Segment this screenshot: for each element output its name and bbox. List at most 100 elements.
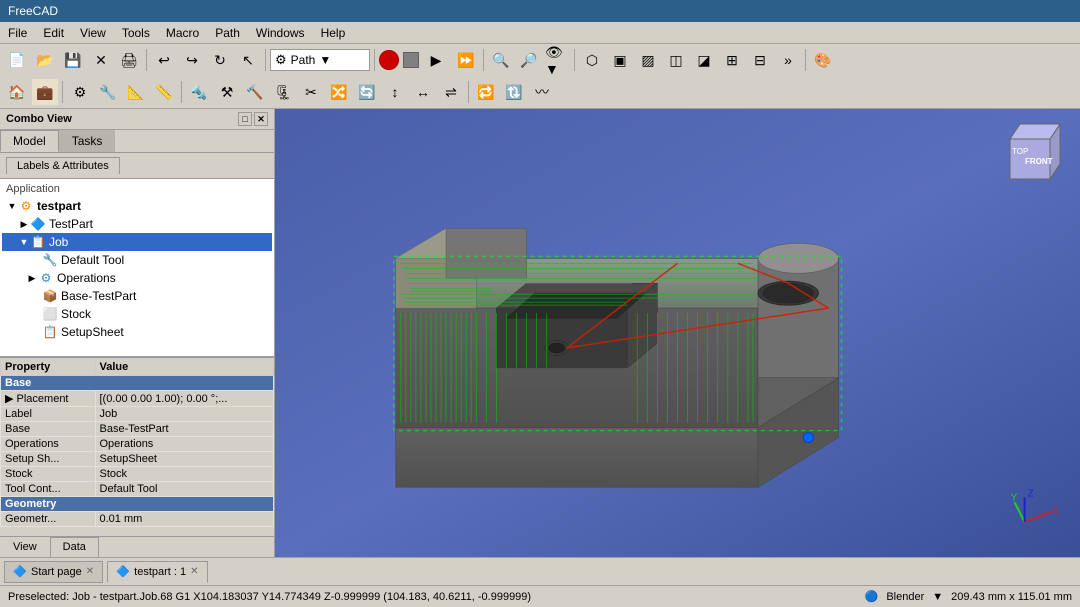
tree-item-setupsheet[interactable]: 📋 SetupSheet <box>2 323 272 341</box>
path4-button[interactable]: 📏 <box>151 79 177 105</box>
sep8 <box>181 81 182 103</box>
close-button[interactable]: ✕ <box>88 47 114 73</box>
viewport[interactable]: X Y Z FRONT TOP <box>275 109 1080 557</box>
op5-button[interactable]: ✂ <box>298 79 324 105</box>
style-button[interactable]: 🎨 <box>810 47 836 73</box>
undo-button[interactable]: ↩ <box>151 47 177 73</box>
combo-minimize-button[interactable]: □ <box>238 112 252 126</box>
prop-setup-label: Setup Sh... <box>1 452 96 467</box>
more-views-button[interactable]: » <box>775 47 801 73</box>
path3-button[interactable]: 📐 <box>123 79 149 105</box>
zoom-out-button[interactable]: 🔎 <box>516 47 542 73</box>
renderer-arrow[interactable]: ▼ <box>932 591 943 603</box>
op2-button[interactable]: ⚒ <box>214 79 240 105</box>
tree-label-base: Base-TestPart <box>61 289 136 303</box>
bottom-view-button[interactable]: ⊟ <box>747 47 773 73</box>
top-view-button[interactable]: ⊞ <box>719 47 745 73</box>
menu-path[interactable]: Path <box>207 24 248 42</box>
tab-start-page[interactable]: 🔷 Start page ✕ <box>4 561 103 583</box>
prop-row-stock[interactable]: Stock Stock <box>1 467 274 482</box>
dimensions-label: 209.43 mm x 115.01 mm <box>951 591 1072 603</box>
op6-button[interactable]: 🔀 <box>326 79 352 105</box>
prop-row-placement[interactable]: ▶ Placement [(0.00 0.00 1.00); 0.00 °;..… <box>1 391 274 407</box>
testpart-icon: 🔷 <box>116 565 130 579</box>
menu-help[interactable]: Help <box>313 24 354 42</box>
left-view-button[interactable]: ◫ <box>663 47 689 73</box>
prop-row-label[interactable]: Label Job <box>1 407 274 422</box>
op8-button[interactable]: ↕ <box>382 79 408 105</box>
stop-button[interactable] <box>403 52 419 68</box>
tab-tasks[interactable]: Tasks <box>59 130 116 152</box>
path1-button[interactable]: ⚙ <box>67 79 93 105</box>
op10-button[interactable]: ⇌ <box>438 79 464 105</box>
view-menu-button[interactable]: 👁▼ <box>544 47 570 73</box>
ops-icon: ⚙ <box>38 270 54 286</box>
main-area: Combo View □ ✕ Model Tasks Labels & Attr… <box>0 109 1080 557</box>
tab-data[interactable]: Data <box>50 537 99 557</box>
op9-button[interactable]: ↔ <box>410 79 436 105</box>
mod1-button[interactable]: 🔁 <box>473 79 499 105</box>
mod3-button[interactable]: 〰 <box>529 79 555 105</box>
mod2-button[interactable]: 🔃 <box>501 79 527 105</box>
open-button[interactable]: 📂 <box>32 47 58 73</box>
op7-button[interactable]: 🔄 <box>354 79 380 105</box>
menu-macro[interactable]: Macro <box>158 24 207 42</box>
tab-testpart-close[interactable]: ✕ <box>190 566 198 577</box>
tabbar: 🔷 Start page ✕ 🔷 testpart : 1 ✕ <box>0 557 1080 585</box>
home-button[interactable]: 🏠 <box>4 79 30 105</box>
viewport-svg: X Y Z <box>275 109 1080 557</box>
redo-button[interactable]: ↪ <box>179 47 205 73</box>
tree-item-operations[interactable]: ▶ ⚙ Operations <box>2 269 272 287</box>
refresh-button[interactable]: ↻ <box>207 47 233 73</box>
tree-label-testpart: testpart <box>37 199 81 213</box>
value-col-header: Value <box>95 359 274 376</box>
combo-close-button[interactable]: ✕ <box>254 112 268 126</box>
op3-button[interactable]: 🔨 <box>242 79 268 105</box>
back-view-button[interactable]: ▨ <box>635 47 661 73</box>
op4-button[interactable]: 🗜 <box>270 79 296 105</box>
tree-item-testpart2[interactable]: ▶ 🔷 TestPart <box>2 215 272 233</box>
tree-item-testpart[interactable]: ▼ ⚙ testpart <box>2 197 272 215</box>
prop-row-toolcont[interactable]: Tool Cont... Default Tool <box>1 482 274 497</box>
menu-edit[interactable]: Edit <box>35 24 72 42</box>
new-button[interactable]: 📄 <box>4 47 30 73</box>
tree-label-default-tool: Default Tool <box>61 253 124 267</box>
prop-row-base[interactable]: Base Base-TestPart <box>1 422 274 437</box>
menu-view[interactable]: View <box>72 24 114 42</box>
menu-file[interactable]: File <box>0 24 35 42</box>
tab-start-page-close[interactable]: ✕ <box>86 566 94 577</box>
prop-row-operations[interactable]: Operations Operations <box>1 437 274 452</box>
ff-button[interactable]: ⏩ <box>453 47 479 73</box>
job-button[interactable]: 💼 <box>32 79 58 105</box>
start-page-icon: 🔷 <box>13 565 27 579</box>
play-button[interactable]: ▶ <box>423 47 449 73</box>
iso-view-button[interactable]: ⬡ <box>579 47 605 73</box>
record-button[interactable] <box>379 50 399 70</box>
save-button[interactable]: 💾 <box>60 47 86 73</box>
tree-item-base-testpart[interactable]: 📦 Base-TestPart <box>2 287 272 305</box>
tree-item-job[interactable]: ▼ 📋 Job <box>2 233 272 251</box>
tree-item-stock[interactable]: ⬜ Stock <box>2 305 272 323</box>
prop-setup-value: SetupSheet <box>95 452 274 467</box>
prop-row-geometry[interactable]: Geometr... 0.01 mm <box>1 512 274 527</box>
path-dropdown[interactable]: ⚙ Path ▼ <box>270 49 370 71</box>
prop-row-setup[interactable]: Setup Sh... SetupSheet <box>1 452 274 467</box>
tree-item-default-tool[interactable]: 🔧 Default Tool <box>2 251 272 269</box>
tab-testpart[interactable]: 🔷 testpart : 1 ✕ <box>107 561 207 583</box>
tab-model[interactable]: Model <box>0 130 59 152</box>
menu-windows[interactable]: Windows <box>248 24 313 42</box>
front-view-button[interactable]: ▣ <box>607 47 633 73</box>
pointer-button[interactable]: ↖ <box>235 47 261 73</box>
status-right: 🔵 Blender ▼ 209.43 mm x 115.01 mm <box>865 590 1072 603</box>
nav-cube[interactable]: FRONT TOP <box>990 119 1070 199</box>
zoom-in-button[interactable]: 🔍 <box>488 47 514 73</box>
right-view-button[interactable]: ◪ <box>691 47 717 73</box>
path2-button[interactable]: 🔧 <box>95 79 121 105</box>
print-button[interactable]: 🖨 <box>116 47 142 73</box>
op1-button[interactable]: 🔩 <box>186 79 212 105</box>
labels-attributes-button[interactable]: Labels & Attributes <box>6 157 120 174</box>
tab-view[interactable]: View <box>0 537 50 557</box>
menu-tools[interactable]: Tools <box>114 24 158 42</box>
sep6 <box>805 49 806 71</box>
renderer-icon: 🔵 <box>865 590 879 603</box>
